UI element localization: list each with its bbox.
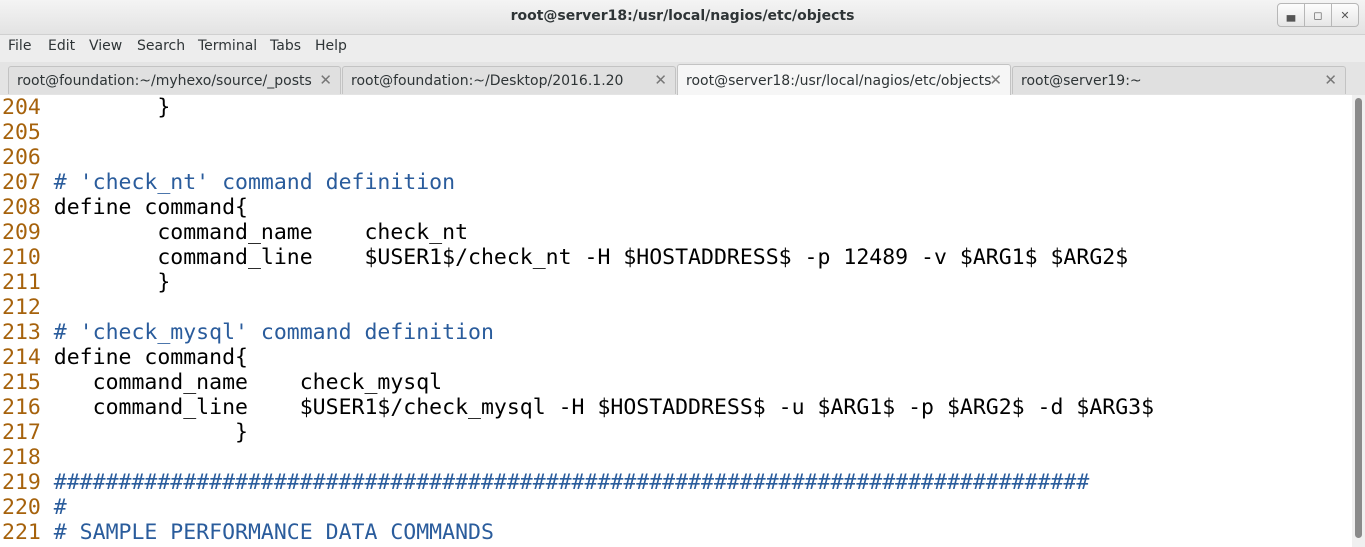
line-text: define command{ [53,345,248,370]
line-text: command_name check_mysql [53,370,443,395]
code-line: 206 [2,145,54,170]
code-line: 221 # SAMPLE PERFORMANCE DATA COMMANDS [2,520,494,545]
line-number: 220 [2,495,41,520]
maximize-button[interactable]: ◻ [1304,3,1332,27]
minimize-button[interactable]: ▄ [1277,3,1305,27]
code-line: 209 command_name check_nt [2,220,468,245]
line-text: define command{ [53,195,248,220]
title-bar: root@server18:/usr/local/nagios/etc/obje… [0,0,1365,35]
menu-tabs[interactable]: Tabs [270,38,301,54]
line-number: 212 [2,295,41,320]
line-number: 211 [2,270,41,295]
line-number: 206 [2,145,41,170]
tab-label: root@foundation:~/Desktop/2016.1.20 [351,73,624,89]
line-number: 205 [2,120,41,145]
close-button[interactable]: ✕ [1331,3,1359,27]
menu-search[interactable]: Search [137,38,185,54]
window-title: root@server18:/usr/local/nagios/etc/obje… [510,8,855,24]
tab-bar: root@foundation:~/myhexo/source/_posts ✕… [0,62,1365,96]
tab-close-icon[interactable]: ✕ [654,71,667,89]
line-number: 214 [2,345,41,370]
line-number: 216 [2,395,41,420]
tab-server19[interactable]: root@server19:~ ✕ [1012,66,1346,94]
line-text: command_line $USER1$/check_nt -H $HOSTAD… [53,245,1129,270]
line-text: # 'check_nt' command definition [53,170,456,195]
line-number: 215 [2,370,41,395]
line-number: 218 [2,445,41,470]
line-number: 210 [2,245,41,270]
line-number: 207 [2,170,41,195]
line-text: } [53,420,248,445]
code-line: 205 [2,120,54,145]
line-number: 219 [2,470,41,495]
tab-close-icon[interactable]: ✕ [989,71,1002,89]
terminal-output[interactable]: 204 } 205 206 207 # 'check_nt' command d… [0,95,1352,547]
code-line: 214 define command{ [2,345,248,370]
code-line: 207 # 'check_nt' command definition [2,170,455,195]
line-number: 221 [2,520,41,545]
menu-bar: File Edit View Search Terminal Tabs Help [0,35,1365,62]
code-line: 213 # 'check_mysql' command definition [2,320,494,345]
line-number: 213 [2,320,41,345]
tab-foundation-posts[interactable]: root@foundation:~/myhexo/source/_posts ✕ [8,66,341,94]
menu-terminal[interactable]: Terminal [198,38,257,54]
line-text: } [53,95,171,120]
tab-label: root@server18:/usr/local/nagios/etc/obje… [686,73,992,89]
menu-view[interactable]: View [89,38,122,54]
code-line: 212 [2,295,54,320]
line-number: 204 [2,95,41,120]
tab-label: root@server19:~ [1021,73,1142,89]
line-text: # 'check_mysql' command definition [53,320,494,345]
code-line: 218 [2,445,54,470]
tab-close-icon[interactable]: ✕ [1324,71,1337,89]
code-line: 208 define command{ [2,195,248,220]
scrollbar-thumb[interactable] [1355,98,1362,538]
maximize-icon: ◻ [1313,8,1323,22]
code-line: 215 command_name check_mysql [2,370,442,395]
minimize-icon: ▄ [1286,8,1296,22]
menu-file[interactable]: File [8,38,31,54]
code-line: 216 command_line $USER1$/check_mysql -H … [2,395,1154,420]
line-number: 217 [2,420,41,445]
close-icon: ✕ [1340,8,1350,22]
line-text: command_line $USER1$/check_mysql -H $HOS… [53,395,1155,420]
tab-foundation-desktop[interactable]: root@foundation:~/Desktop/2016.1.20 ✕ [342,66,676,94]
code-line: 204 } [2,95,170,120]
code-line: 219 ####################################… [2,470,1089,495]
line-text: command_name check_nt [53,220,469,245]
tab-label: root@foundation:~/myhexo/source/_posts [17,73,312,89]
tab-server18[interactable]: root@server18:/usr/local/nagios/etc/obje… [677,64,1011,95]
line-text: ########################################… [53,470,1090,495]
code-line: 211 } [2,270,170,295]
code-line: 210 command_line $USER1$/check_nt -H $HO… [2,245,1128,270]
tab-close-icon[interactable]: ✕ [319,71,332,89]
vertical-scrollbar[interactable] [1352,95,1365,547]
line-number: 208 [2,195,41,220]
code-line: 217 } [2,420,248,445]
line-number: 209 [2,220,41,245]
line-text: } [53,270,171,295]
code-line: 220 # [2,495,67,520]
line-text: # [53,495,67,520]
menu-edit[interactable]: Edit [48,38,75,54]
line-text: # SAMPLE PERFORMANCE DATA COMMANDS [53,520,494,545]
menu-help[interactable]: Help [315,38,347,54]
